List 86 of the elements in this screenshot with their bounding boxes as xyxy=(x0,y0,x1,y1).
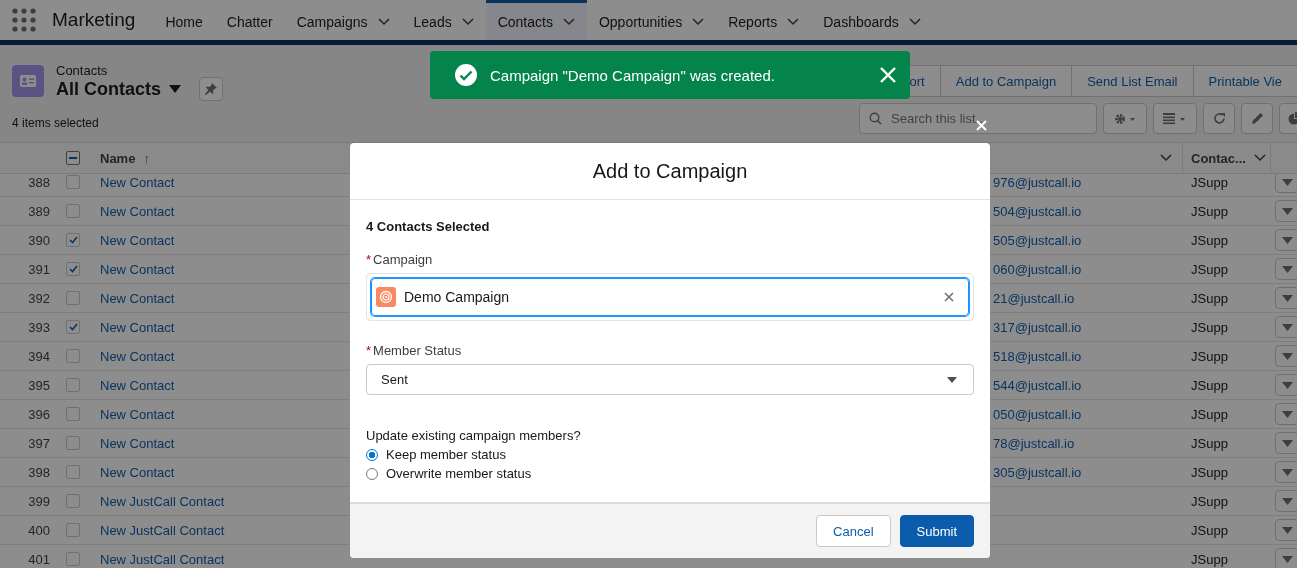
row-number: 389 xyxy=(28,203,50,219)
nav-tab[interactable]: Reports xyxy=(716,0,812,40)
search-field[interactable]: Search this list... xyxy=(859,103,1097,134)
object-name: Contacts xyxy=(56,65,109,77)
owner-alias: JSupp xyxy=(1191,493,1228,509)
email-link[interactable]: 060@justcall.io xyxy=(993,261,1082,277)
row-number: 393 xyxy=(28,319,50,335)
owner-alias: JSupp xyxy=(1191,464,1228,480)
contact-name-link[interactable]: New Contact xyxy=(100,377,175,393)
row-number: 396 xyxy=(28,406,50,422)
submit-button[interactable]: Submit xyxy=(899,515,974,547)
row-number: 394 xyxy=(28,348,50,364)
app-name: Marketing xyxy=(52,9,136,31)
list-view-title[interactable]: All Contacts xyxy=(56,78,161,100)
owner-alias: JSupp xyxy=(1191,261,1228,277)
selection-count: 4 items selected xyxy=(12,116,99,132)
contact-name-link[interactable]: New JustCall Contact xyxy=(100,551,225,567)
contact-name-link[interactable]: New Contact xyxy=(100,406,175,422)
owner-alias: JSupp xyxy=(1191,203,1228,219)
owner-alias: JSupp xyxy=(1191,435,1228,451)
email-link[interactable]: 505@justcall.io xyxy=(993,232,1082,248)
row-number: 400 xyxy=(28,522,50,538)
row-number: 399 xyxy=(28,493,50,509)
contact-name-link[interactable]: New Contact xyxy=(100,464,175,480)
nav-tab[interactable]: Home xyxy=(153,0,215,40)
dialog-title: Add to Campaign xyxy=(592,159,748,183)
toast-message: Campaign "Demo Campaign" was created. xyxy=(490,66,776,84)
email-link[interactable]: 976@justcall.io xyxy=(993,174,1082,190)
row-number: 391 xyxy=(28,261,50,277)
row-number: 401 xyxy=(28,551,50,567)
radio-option[interactable]: Keep member status xyxy=(366,447,506,462)
selected-count: 4 Contacts Selected xyxy=(366,219,490,234)
owner-alias: JSupp xyxy=(1191,551,1228,567)
row-number: 398 xyxy=(28,464,50,480)
action-button[interactable]: Add to Campaign xyxy=(939,65,1072,97)
email-link[interactable]: 21@justcall.io xyxy=(993,290,1075,306)
contact-name-link[interactable]: New Contact xyxy=(100,348,175,364)
nav-tab[interactable]: Leads xyxy=(401,0,486,40)
contact-name-link[interactable]: New Contact xyxy=(100,290,175,306)
email-link[interactable]: 305@justcall.io xyxy=(993,464,1082,480)
column-header[interactable]: Contac... xyxy=(1191,150,1246,166)
contact-name-link[interactable]: New Contact xyxy=(100,261,175,277)
owner-alias: JSupp xyxy=(1191,290,1228,306)
owner-alias: JSupp xyxy=(1191,174,1228,190)
owner-alias: JSupp xyxy=(1191,232,1228,248)
action-button[interactable]: Printable Vie xyxy=(1192,65,1297,97)
contact-name-link[interactable]: New Contact xyxy=(100,435,175,451)
contact-name-link[interactable]: New JustCall Contact xyxy=(100,493,225,509)
row-number: 392 xyxy=(28,290,50,306)
required-asterisk: * xyxy=(366,343,372,358)
nav-tab[interactable]: Contacts xyxy=(485,0,587,40)
campaign-lookup-field[interactable]: Demo Campaign xyxy=(371,278,969,316)
question-label: Update existing campaign members? xyxy=(366,428,581,443)
owner-alias: JSupp xyxy=(1191,348,1228,364)
owner-alias: JSupp xyxy=(1191,406,1228,422)
email-link[interactable]: 050@justcall.io xyxy=(993,406,1082,422)
row-number: 395 xyxy=(28,377,50,393)
field-label: Member Status xyxy=(373,343,462,358)
row-number: 388 xyxy=(28,174,50,190)
member-status-select[interactable]: Sent xyxy=(366,364,974,395)
owner-alias: JSupp xyxy=(1191,319,1228,335)
row-number: 390 xyxy=(28,232,50,248)
nav-tab[interactable]: Dashboards xyxy=(811,0,933,40)
contact-name-link[interactable]: New Contact xyxy=(100,232,175,248)
email-link[interactable]: 504@justcall.io xyxy=(993,203,1082,219)
nav-tab[interactable]: Opportunities xyxy=(586,0,717,40)
nav-tab[interactable]: Campaigns xyxy=(284,0,402,40)
email-link[interactable]: 78@justcall.io xyxy=(993,435,1075,451)
contact-name-link[interactable]: New Contact xyxy=(100,174,175,190)
email-link[interactable]: 518@justcall.io xyxy=(993,348,1082,364)
contact-name-link[interactable]: New JustCall Contact xyxy=(100,522,225,538)
radio-option[interactable]: Overwrite member status xyxy=(366,466,532,481)
action-button[interactable]: Send List Email xyxy=(1071,65,1193,97)
email-link[interactable]: 317@justcall.io xyxy=(993,319,1082,335)
contact-name-link[interactable]: New Contact xyxy=(100,319,175,335)
cancel-button[interactable]: Cancel xyxy=(816,515,891,547)
sort-arrow[interactable]: ↑ xyxy=(143,150,150,166)
nav-tab[interactable]: Chatter xyxy=(214,0,285,40)
owner-alias: JSupp xyxy=(1191,377,1228,393)
column-header[interactable]: Name xyxy=(100,150,136,166)
email-link[interactable]: 544@justcall.io xyxy=(993,377,1082,393)
contact-name-link[interactable]: New Contact xyxy=(100,203,175,219)
row-number: 397 xyxy=(28,435,50,451)
field-label: Campaign xyxy=(373,252,433,267)
required-asterisk: * xyxy=(366,252,372,267)
owner-alias: JSupp xyxy=(1191,522,1228,538)
